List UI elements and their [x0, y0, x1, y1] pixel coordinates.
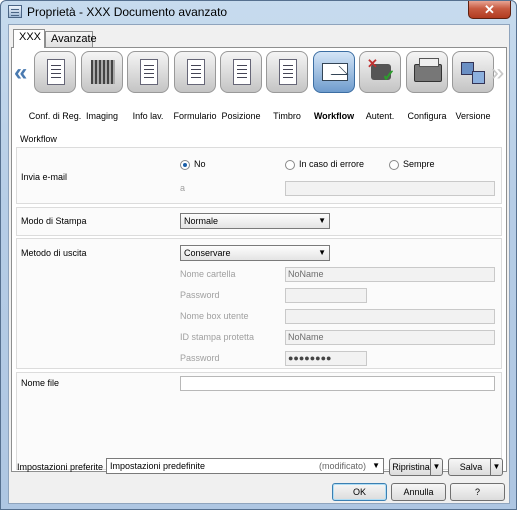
title-bar: Proprietà - XXX Documento avanzato ✕ — [1, 1, 516, 23]
save-button[interactable]: Salva ▼ — [448, 458, 503, 476]
toolbar-label: Versione — [455, 111, 491, 121]
window-title: Proprietà - XXX Documento avanzato — [27, 5, 228, 19]
radio-always[interactable] — [389, 160, 399, 170]
tab-panel: « Conf. di Reg. Imaging Info lav. Formul… — [11, 47, 507, 472]
position-icon — [220, 51, 262, 93]
secure-print-id-field[interactable]: NoName — [285, 330, 495, 345]
chevron-down-icon: ▼ — [318, 248, 326, 257]
radio-no[interactable] — [180, 160, 190, 170]
help-button[interactable]: ? — [450, 483, 505, 501]
file-name-label: Nome file — [21, 378, 60, 388]
favorites-label: Impostazioni preferite — [17, 462, 104, 472]
configure-icon — [406, 51, 448, 93]
secure-print-password-field[interactable]: ●●●●●●●● — [285, 351, 367, 366]
output-section: Metodo di uscita Conservare ▼ Nome carte… — [16, 238, 502, 369]
print-mode-label: Modo di Stampa — [21, 216, 87, 226]
ok-button[interactable]: OK — [332, 483, 387, 501]
save-label: Salva — [459, 462, 483, 472]
secure-print-id-label: ID stampa protetta — [180, 332, 255, 342]
radio-always-label: Sempre — [403, 159, 435, 169]
toolbar-item-stamp[interactable]: Timbro — [264, 51, 310, 123]
file-name-field[interactable] — [180, 376, 495, 391]
tab-advanced[interactable]: Avanzate — [45, 31, 97, 47]
email-label: Invia e-mail — [21, 172, 68, 182]
folder-name-field[interactable]: NoName — [285, 267, 495, 282]
favorites-modified: (modificato) — [318, 461, 366, 471]
dialog-client: XXX Avanzate « Conf. di Reg. Imaging Inf… — [8, 24, 510, 504]
workflow-icon — [313, 51, 355, 93]
email-section: Invia e-mail No In caso di errore Sempre… — [16, 147, 502, 204]
print-mode-value: Normale — [184, 216, 219, 226]
user-box-label: Nome box utente — [180, 311, 249, 321]
form-icon — [174, 51, 216, 93]
output-method-select[interactable]: Conservare ▼ — [180, 245, 330, 261]
output-method-value: Conservare — [184, 248, 231, 258]
folder-password-label: Password — [180, 290, 220, 300]
settings-doc-icon — [34, 51, 76, 93]
favorites-select[interactable]: Impostazioni predefinite (modificato) ▼ — [106, 458, 384, 474]
chevron-down-icon[interactable]: ▼ — [490, 459, 502, 475]
imaging-icon — [81, 51, 123, 93]
toolbar-item-settings[interactable]: Conf. di Reg. — [29, 51, 81, 123]
tab-xxx[interactable]: XXX — [13, 29, 45, 48]
folder-name-label: Nome cartella — [180, 269, 236, 279]
section-title: Workflow — [20, 134, 57, 144]
print-mode-select[interactable]: Normale ▼ — [180, 213, 330, 229]
email-to-label: a — [180, 183, 186, 193]
version-icon — [452, 51, 494, 93]
chevron-down-icon: ▼ — [372, 461, 380, 470]
scroll-left-icon[interactable]: « — [14, 58, 27, 88]
authentication-icon: ✕ ✓ — [359, 51, 401, 93]
close-button[interactable]: ✕ — [468, 1, 511, 19]
user-box-field[interactable] — [285, 309, 495, 324]
function-toolbar: « Conf. di Reg. Imaging Info lav. Formul… — [12, 48, 506, 128]
toolbar-item-version[interactable]: Versione — [450, 51, 496, 123]
stamp-icon — [266, 51, 308, 93]
job-info-icon — [127, 51, 169, 93]
restore-label: Ripristina — [392, 462, 430, 472]
favorites-value: Impostazioni predefinite — [110, 461, 206, 471]
secure-print-password-label: Password — [180, 353, 220, 363]
restore-button[interactable]: Ripristina ▼ — [389, 458, 443, 476]
toolbar-item-authentication[interactable]: ✕ ✓ Autent. — [357, 51, 403, 123]
radio-on-error[interactable] — [285, 160, 295, 170]
chevron-down-icon[interactable]: ▼ — [430, 459, 442, 475]
email-to-field[interactable] — [285, 181, 495, 196]
document-icon — [8, 5, 22, 18]
scroll-right-icon[interactable]: » — [491, 58, 504, 88]
folder-password-field[interactable] — [285, 288, 367, 303]
radio-no-label: No — [194, 159, 206, 169]
toolbar-item-job-info[interactable]: Info lav. — [125, 51, 171, 123]
chevron-down-icon: ▼ — [318, 216, 326, 225]
print-mode-section: Modo di Stampa Normale ▼ — [16, 207, 502, 236]
properties-window: Proprietà - XXX Documento avanzato ✕ XXX… — [0, 0, 517, 510]
radio-on-error-label: In caso di errore — [299, 159, 365, 169]
cancel-button[interactable]: Annulla — [391, 483, 446, 501]
favorites-bar: Impostazioni preferite Impostazioni pred… — [9, 455, 509, 479]
output-label: Metodo di uscita — [21, 248, 87, 258]
